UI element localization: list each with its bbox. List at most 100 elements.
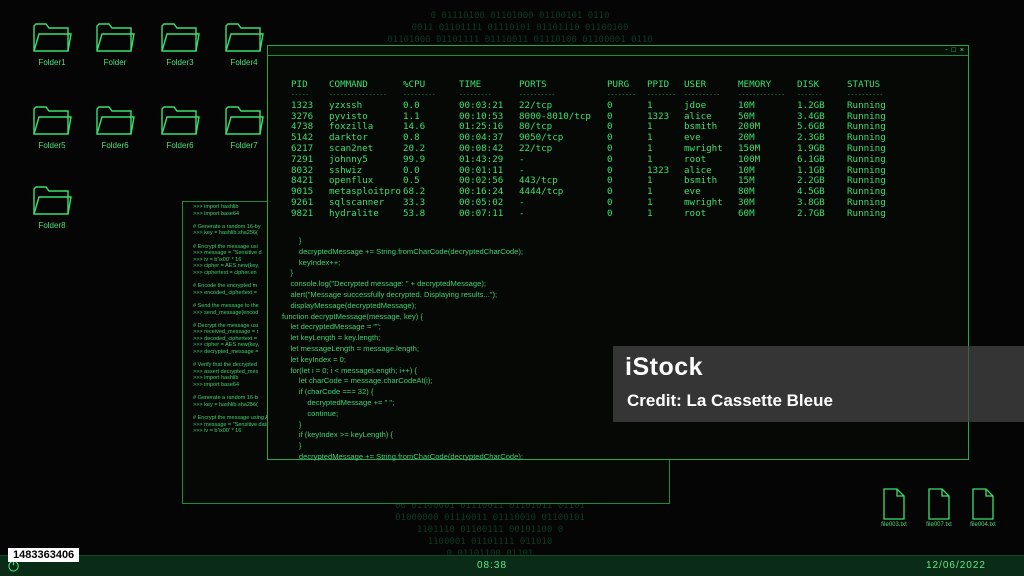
process-cell: 7291: [291, 153, 314, 165]
process-cell: -: [519, 153, 525, 165]
folder-icon[interactable]: Folder3: [150, 20, 210, 67]
process-cell: 1: [647, 99, 653, 111]
process-cell: 53.8: [403, 207, 426, 219]
folder-label: Folder: [103, 58, 127, 67]
process-cell: yzxssh: [329, 99, 363, 111]
process-cell: root: [684, 207, 707, 219]
desktop-screen: 0 01110100 01101000 01100101 0110 0011 0…: [0, 0, 1024, 576]
process-cell: root: [684, 153, 707, 165]
process-cell: 1: [647, 186, 653, 198]
column-header[interactable]: PORTS: [519, 80, 607, 90]
file-icon[interactable]: file007.txt: [919, 488, 959, 528]
column-header[interactable]: TIME: [459, 80, 519, 90]
process-cell: 0: [607, 207, 613, 219]
close-button[interactable]: ×: [960, 47, 964, 55]
process-cell: 10M: [738, 99, 755, 111]
process-row[interactable]: 9821 hydralite 53.8 00:07:11 - 0 1 root 60M 2.7GB…: [291, 207, 907, 220]
folder-icon[interactable]: Folder: [85, 20, 145, 67]
process-cell: 1: [647, 142, 653, 154]
process-cell: -: [519, 207, 525, 219]
process-cell: 0: [607, 196, 613, 208]
minimize-button[interactable]: -: [945, 47, 947, 55]
process-cell: Running: [847, 99, 886, 111]
process-row[interactable]: 7291 johnny5 99.9 01:43:29 - 0 1 root 100M 6.1GB R…: [291, 153, 907, 166]
process-cell: 60M: [738, 207, 755, 219]
istock-logo: iStock: [625, 353, 704, 381]
folder-label: Folder7: [230, 141, 258, 150]
process-cell: 2.7GB: [797, 207, 825, 219]
process-cell: johnny5: [329, 153, 368, 165]
process-cell: 0: [607, 121, 613, 133]
credit-text: Credit: La Cassette Bleue: [627, 391, 833, 410]
column-header[interactable]: PID: [291, 80, 329, 90]
taskbar-clock: 08:38: [477, 560, 508, 571]
file-label: file007.txt: [926, 522, 952, 528]
column-header[interactable]: STATUS: [847, 80, 907, 90]
column-header[interactable]: %CPU: [403, 80, 459, 90]
process-cell: 0: [607, 153, 613, 165]
file-icon[interactable]: file004.txt: [963, 488, 1003, 528]
process-cell: 22/tcp: [519, 99, 553, 111]
process-cell: 1: [647, 121, 653, 133]
folder-label: Folder6: [101, 141, 129, 150]
folder-label: Folder4: [230, 58, 258, 67]
file-icon[interactable]: file003.txt: [874, 488, 914, 528]
column-header[interactable]: DISK: [797, 80, 847, 90]
process-cell: 01:43:29: [459, 153, 504, 165]
process-row[interactable]: 1323 yzxssh 0.0 00:03:21 22/tcp 0 1 jdoe 10M 1.2G…: [291, 99, 907, 112]
column-header[interactable]: USER: [684, 80, 738, 90]
process-cell: 0: [607, 99, 613, 111]
process-cell: 00:03:21: [459, 99, 504, 111]
folder-label: Folder1: [38, 58, 66, 67]
folder-icon[interactable]: Folder6: [150, 103, 210, 150]
process-cell: 1: [647, 132, 653, 144]
process-table: PID COMMAND %CPU TIME PORTS PURG PPID USER MEMOR…: [291, 80, 907, 220]
process-cell: 0: [607, 186, 613, 198]
process-cell: 00:07:11: [459, 207, 504, 219]
folder-icon[interactable]: Folder8: [22, 183, 82, 230]
process-cell: Running: [847, 207, 886, 219]
folder-label: Folder6: [166, 141, 194, 150]
folder-icon[interactable]: Folder6: [85, 103, 145, 150]
folder-icon[interactable]: Folder5: [22, 103, 82, 150]
process-cell: 9821: [291, 207, 314, 219]
process-cell: 6.1GB: [797, 153, 825, 165]
file-label: file004.txt: [970, 522, 996, 528]
column-header[interactable]: PURG: [607, 80, 647, 90]
terminal-titlebar[interactable]: - □ ×: [268, 46, 968, 56]
column-header[interactable]: MEMORY: [738, 80, 797, 90]
process-table-header: PID COMMAND %CPU TIME PORTS PURG PPID USER MEMOR…: [291, 80, 907, 90]
image-id-badge: 1483363406: [8, 548, 80, 562]
process-cell: 1.2GB: [797, 99, 825, 111]
process-cell: 0: [607, 164, 613, 176]
folder-label: Folder3: [166, 58, 194, 67]
process-cell: 22/tcp: [519, 142, 553, 154]
folder-label: Folder8: [38, 221, 66, 230]
process-cell: 1: [647, 175, 653, 187]
folder-icon[interactable]: Folder7: [214, 103, 274, 150]
process-cell: 1: [647, 207, 653, 219]
process-cell: 1323: [647, 110, 670, 122]
process-cell: 1323: [647, 164, 670, 176]
taskbar-date: 12/06/2022: [925, 560, 986, 571]
column-header[interactable]: PPID: [647, 80, 684, 90]
process-cell: 1: [647, 196, 653, 208]
folder-label: Folder5: [38, 141, 66, 150]
file-label: file003.txt: [881, 522, 907, 528]
process-cell: 0.0: [403, 99, 420, 111]
maximize-button[interactable]: □: [952, 47, 956, 55]
process-cell: 100M: [738, 153, 761, 165]
process-cell: 0: [607, 142, 613, 154]
process-cell: 99.9: [403, 153, 426, 165]
process-cell: hydralite: [329, 207, 379, 219]
process-cell: 4444/tcp: [519, 186, 564, 198]
process-cell: 0: [607, 110, 613, 122]
process-cell: 0: [607, 132, 613, 144]
column-header[interactable]: COMMAND: [329, 80, 403, 90]
folder-icon[interactable]: Folder1: [22, 20, 82, 67]
process-cell: 1323: [291, 99, 314, 111]
folder-icon[interactable]: Folder4: [214, 20, 274, 67]
process-cell: Running: [847, 153, 886, 165]
process-cell: 1: [647, 153, 653, 165]
process-cell: 0: [607, 175, 613, 187]
